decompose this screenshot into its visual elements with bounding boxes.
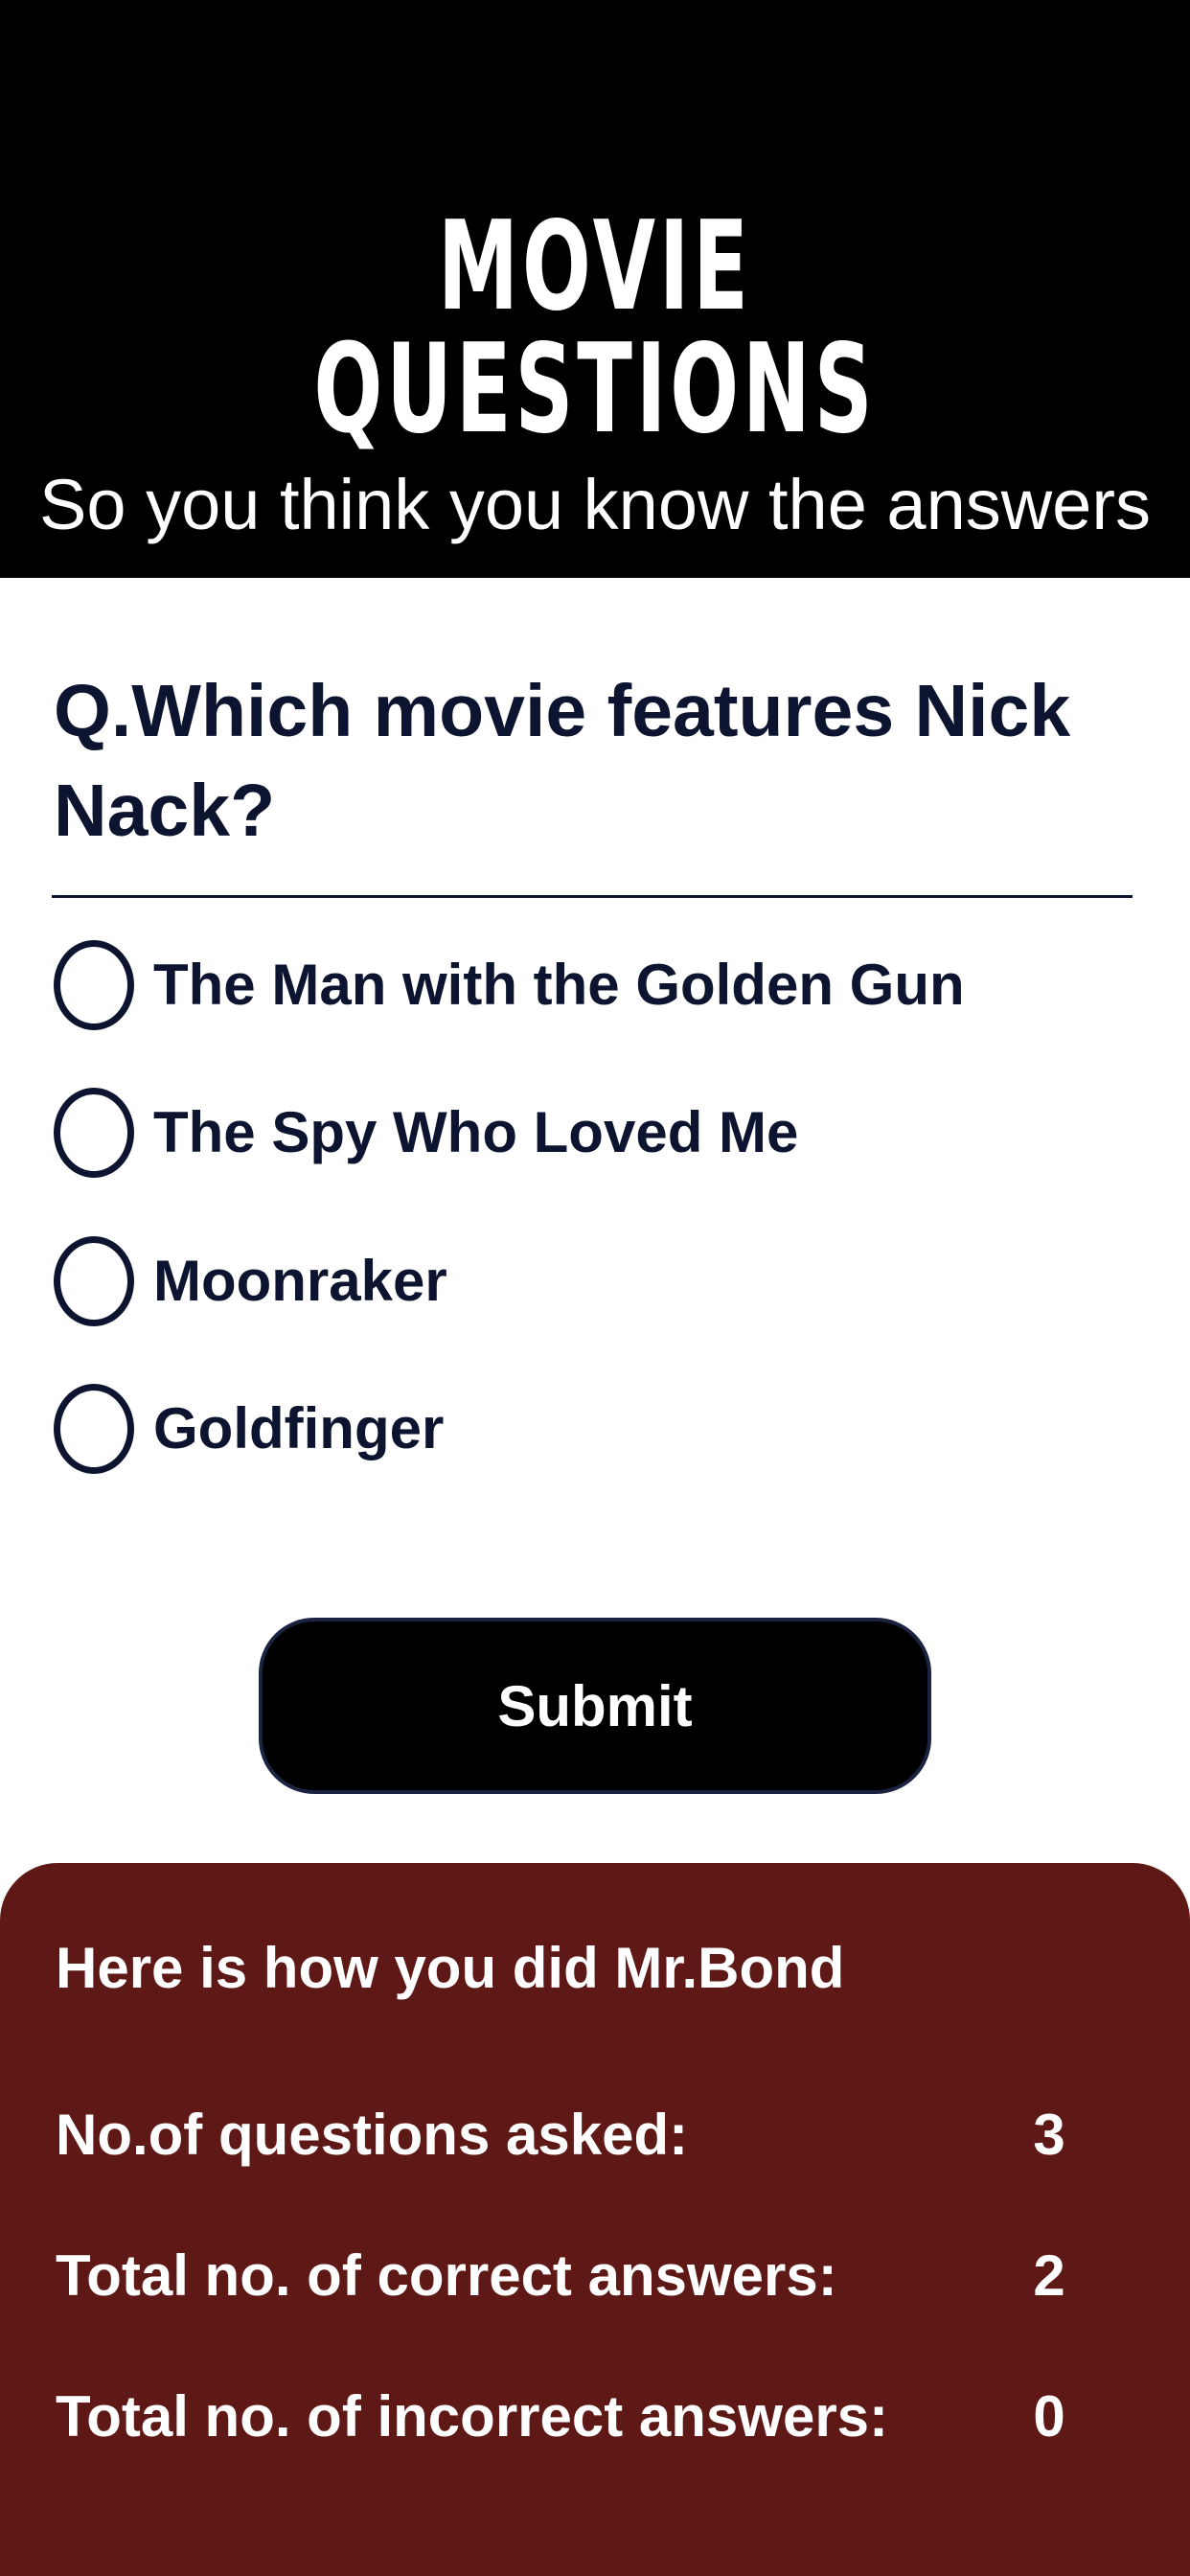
answer-option-label: The Spy Who Loved Me <box>153 1100 799 1164</box>
question-divider <box>52 895 1133 898</box>
answer-option-2[interactable]: The Spy Who Loved Me <box>54 1087 1136 1179</box>
radio-button-icon[interactable] <box>54 1236 134 1326</box>
answer-option-label: Moonraker <box>153 1249 447 1313</box>
question-text: Q.Which movie features Nick Nack? <box>54 670 1071 852</box>
answer-option-3[interactable]: Moonraker <box>54 1235 1136 1327</box>
app-title: MOVIE QUESTIONS <box>313 196 877 461</box>
submit-button[interactable]: Submit <box>259 1618 931 1794</box>
correct-answers-value: 2 <box>1033 2243 1065 2308</box>
incorrect-answers-label: Total no. of incorrect answers: <box>56 2384 889 2449</box>
answer-option-label: Goldfinger <box>153 1396 445 1460</box>
app-subtitle: So you think you know the answers <box>39 465 1151 544</box>
app-header: MOVIE QUESTIONS So you think you know th… <box>0 0 1190 578</box>
results-panel: Here is how you did Mr.Bond No.of questi… <box>0 1863 1190 2576</box>
radio-button-icon[interactable] <box>54 1088 134 1178</box>
radio-button-icon[interactable] <box>54 940 134 1030</box>
answer-option-4[interactable]: Goldfinger <box>54 1383 1136 1475</box>
results-heading: Here is how you did Mr.Bond <box>56 1936 845 2000</box>
answer-option-label: The Man with the Golden Gun <box>153 953 965 1017</box>
incorrect-answers-value: 0 <box>1033 2384 1065 2449</box>
questions-asked-value: 3 <box>1033 2103 1065 2167</box>
correct-answers-label: Total no. of correct answers: <box>56 2243 837 2308</box>
radio-button-icon[interactable] <box>54 1384 134 1474</box>
answer-option-1[interactable]: The Man with the Golden Gun <box>54 939 1136 1031</box>
questions-asked-label: No.of questions asked: <box>56 2103 689 2167</box>
